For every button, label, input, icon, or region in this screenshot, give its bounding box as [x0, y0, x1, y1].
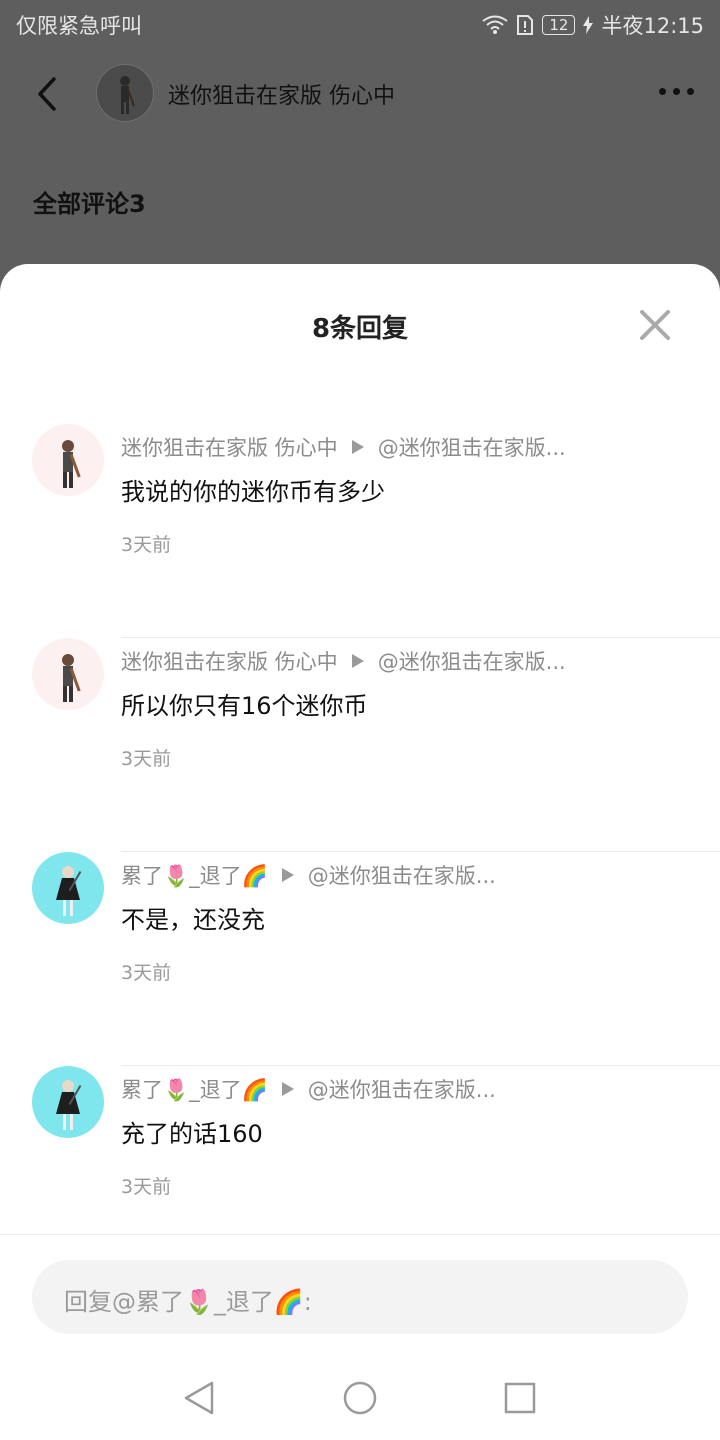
- reply-meta: 累了🌷_退了🌈 @迷你狙击在家版...: [121, 1074, 496, 1104]
- reply-arrow-icon: [281, 1082, 294, 1096]
- comments-count-title: 全部评论3: [33, 190, 146, 218]
- close-icon[interactable]: [638, 308, 672, 342]
- back-arrow-icon[interactable]: [32, 76, 62, 112]
- character-avatar-icon: [120, 76, 136, 114]
- reply-avatar[interactable]: [32, 424, 104, 496]
- divider: [0, 1234, 720, 1235]
- reply-author[interactable]: 累了🌷_退了🌈: [121, 1074, 268, 1104]
- character-avatar-icon: [56, 866, 82, 916]
- user-avatar[interactable]: [96, 64, 154, 122]
- reply-author[interactable]: 累了🌷_退了🌈: [121, 860, 268, 890]
- nav-home-icon[interactable]: [342, 1380, 378, 1416]
- reply-author[interactable]: 迷你狙击在家版 伤心中: [121, 432, 338, 462]
- wifi-icon: [482, 15, 508, 34]
- reply-item[interactable]: 迷你狙击在家版 伤心中 @迷你狙击在家版... 我说的你的迷你币有多少 3天前: [0, 424, 720, 638]
- reply-target[interactable]: @迷你狙击在家版...: [378, 432, 566, 462]
- reply-text: 所以你只有16个迷你币: [121, 692, 368, 720]
- reply-avatar[interactable]: [32, 852, 104, 924]
- character-avatar-icon: [62, 440, 81, 488]
- charging-icon: [583, 16, 594, 34]
- clock: 半夜12:15: [601, 14, 704, 38]
- reply-time: 3天前: [121, 534, 172, 556]
- header-bar: 迷你狙击在家版 伤心中: [0, 50, 720, 140]
- reply-time: 3天前: [121, 1176, 172, 1198]
- system-nav-bar: [0, 1362, 720, 1440]
- reply-time: 3天前: [121, 748, 172, 770]
- reply-avatar[interactable]: [32, 638, 104, 710]
- reply-target[interactable]: @迷你狙击在家版...: [308, 1074, 496, 1104]
- reply-avatar[interactable]: [32, 1066, 104, 1138]
- carrier-text: 仅限紧急呼叫: [16, 14, 142, 38]
- reply-author[interactable]: 迷你狙击在家版 伤心中: [121, 646, 338, 676]
- status-bar: 仅限紧急呼叫 12 半夜12:15: [0, 0, 720, 50]
- replies-title: 8条回复: [311, 314, 409, 344]
- reply-time: 3天前: [121, 962, 172, 984]
- reply-target[interactable]: @迷你狙击在家版...: [308, 860, 496, 890]
- reply-meta: 迷你狙击在家版 伤心中 @迷你狙击在家版...: [121, 432, 566, 462]
- reply-text: 不是，还没充: [121, 906, 265, 934]
- header-title: 迷你狙击在家版 伤心中: [168, 84, 395, 109]
- reply-meta: 迷你狙击在家版 伤心中 @迷你狙击在家版...: [121, 646, 566, 676]
- character-avatar-icon: [56, 1080, 82, 1130]
- reply-input[interactable]: 回复@累了🌷_退了🌈:: [32, 1260, 688, 1334]
- reply-text: 充了的话160: [121, 1120, 263, 1148]
- character-avatar-icon: [62, 654, 81, 702]
- reply-item[interactable]: 累了🌷_退了🌈 @迷你狙击在家版... 充了的话160 3天前: [0, 1066, 720, 1280]
- reply-item[interactable]: 迷你狙击在家版 伤心中 @迷你狙击在家版... 所以你只有16个迷你币 3天前: [0, 638, 720, 852]
- reply-arrow-icon: [351, 654, 364, 668]
- reply-text: 我说的你的迷你币有多少: [121, 478, 385, 506]
- status-right: 12 半夜12:15: [482, 10, 704, 40]
- reply-target[interactable]: @迷你狙击在家版...: [378, 646, 566, 676]
- replies-sheet: 8条回复 迷你狙击在家版 伤心中 @迷你狙击在家版... 我说的你的迷你币有多少…: [0, 264, 720, 1440]
- reply-arrow-icon: [281, 868, 294, 882]
- more-options-icon[interactable]: [659, 88, 694, 95]
- nav-recent-apps-icon[interactable]: [502, 1380, 538, 1416]
- reply-arrow-icon: [351, 440, 364, 454]
- reply-meta: 累了🌷_退了🌈 @迷你狙击在家版...: [121, 860, 496, 890]
- reply-item[interactable]: 累了🌷_退了🌈 @迷你狙击在家版... 不是，还没充 3天前: [0, 852, 720, 1066]
- battery-level: 12: [542, 15, 576, 35]
- sim-alert-icon: [517, 15, 534, 35]
- nav-back-icon[interactable]: [182, 1380, 218, 1416]
- reply-input-placeholder: 回复@累了🌷_退了🌈:: [64, 1288, 312, 1316]
